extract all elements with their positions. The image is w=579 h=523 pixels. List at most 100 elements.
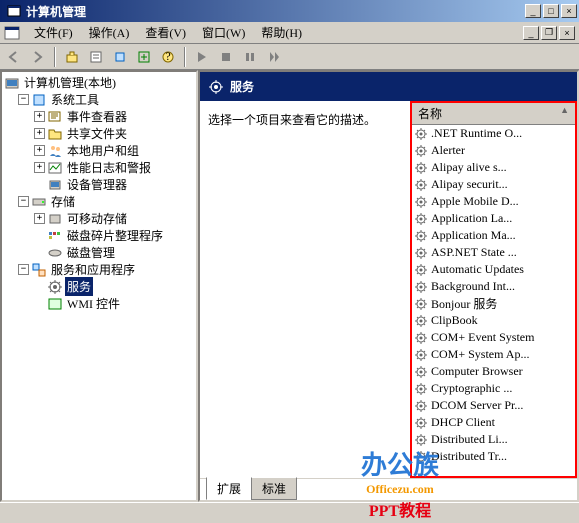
list-item[interactable]: COM+ System Ap... xyxy=(412,346,575,363)
help-button[interactable]: ? xyxy=(158,47,178,67)
expand-icon[interactable]: + xyxy=(34,111,45,122)
column-name[interactable]: 名称 xyxy=(418,105,560,122)
gear-icon xyxy=(414,195,428,209)
menu-view[interactable]: 查看(V) xyxy=(137,22,194,43)
mdi-close-button[interactable]: × xyxy=(559,26,575,40)
list-item[interactable]: Distributed Tr... xyxy=(412,448,575,465)
mdi-minimize-button[interactable]: _ xyxy=(523,26,539,40)
gear-icon xyxy=(414,212,428,226)
list-item[interactable]: Automatic Updates xyxy=(412,261,575,278)
play-button[interactable] xyxy=(192,47,212,67)
menu-help[interactable]: 帮助(H) xyxy=(253,22,310,43)
titlebar: 计算机管理 _ □ × xyxy=(0,0,579,22)
list-item[interactable]: ClipBook xyxy=(412,312,575,329)
list-item[interactable]: Application Ma... xyxy=(412,227,575,244)
tree-shared[interactable]: +共享文件夹 xyxy=(4,125,194,142)
minimize-button[interactable]: _ xyxy=(525,4,541,18)
list-item[interactable]: Alipay securit... xyxy=(412,176,575,193)
refresh-button[interactable] xyxy=(134,47,154,67)
tree-apps[interactable]: −服务和应用程序 xyxy=(4,261,194,278)
service-name: .NET Runtime O... xyxy=(431,126,522,141)
collapse-icon[interactable]: − xyxy=(18,196,29,207)
list-item[interactable]: Application La... xyxy=(412,210,575,227)
back-button[interactable] xyxy=(4,47,24,67)
list-item[interactable]: COM+ Event System xyxy=(412,329,575,346)
service-name: Background Int... xyxy=(431,279,515,294)
service-name: Alerter xyxy=(431,143,465,158)
export-button[interactable] xyxy=(110,47,130,67)
menu-action[interactable]: 操作(A) xyxy=(81,22,138,43)
tree-system-tools[interactable]: −系统工具 xyxy=(4,91,194,108)
list-item[interactable]: ASP.NET State ... xyxy=(412,244,575,261)
service-name: COM+ System Ap... xyxy=(431,347,529,362)
window-controls: _ □ × xyxy=(525,4,577,18)
service-name: DHCP Client xyxy=(431,415,495,430)
statusbar xyxy=(0,502,579,522)
tree-devmgr[interactable]: 设备管理器 xyxy=(4,176,194,193)
tab-extended[interactable]: 扩展 xyxy=(206,477,252,500)
service-name: Application La... xyxy=(431,211,512,226)
list-item[interactable]: Bonjour 服务 xyxy=(412,295,575,312)
restart-button[interactable] xyxy=(264,47,284,67)
gear-icon xyxy=(414,365,428,379)
gear-icon xyxy=(414,178,428,192)
list-body[interactable]: .NET Runtime O... Alerter Alipay alive s..… xyxy=(412,125,575,476)
collapse-icon[interactable]: − xyxy=(18,94,29,105)
mdi-restore-button[interactable]: ❐ xyxy=(541,26,557,40)
gear-icon xyxy=(414,127,428,141)
tree-root[interactable]: 计算机管理(本地) xyxy=(4,74,194,91)
service-name: Application Ma... xyxy=(431,228,516,243)
list-header[interactable]: 名称 ▲ xyxy=(412,103,575,125)
stop-button[interactable] xyxy=(216,47,236,67)
tree-users[interactable]: +本地用户和组 xyxy=(4,142,194,159)
forward-button[interactable] xyxy=(28,47,48,67)
gear-icon xyxy=(414,144,428,158)
tree-defrag[interactable]: 磁盘碎片整理程序 xyxy=(4,227,194,244)
tab-standard[interactable]: 标准 xyxy=(251,477,297,500)
service-name: DCOM Server Pr... xyxy=(431,398,523,413)
list-item[interactable]: Background Int... xyxy=(412,278,575,295)
list-item[interactable]: .NET Runtime O... xyxy=(412,125,575,142)
service-name: Alipay securit... xyxy=(431,177,508,192)
tree-storage[interactable]: −存储 xyxy=(4,193,194,210)
tree-panel[interactable]: 计算机管理(本地) −系统工具 +事件查看器 +共享文件夹 +本地用户和组 +性… xyxy=(0,70,198,502)
list-item[interactable]: Alipay alive s... xyxy=(412,159,575,176)
up-button[interactable] xyxy=(62,47,82,67)
expand-icon[interactable]: + xyxy=(34,145,45,156)
close-button[interactable]: × xyxy=(561,4,577,18)
tree-perf[interactable]: +性能日志和警报 xyxy=(4,159,194,176)
tree-wmi[interactable]: WMI 控件 xyxy=(4,295,194,312)
service-name: Distributed Li... xyxy=(431,432,508,447)
list-item[interactable]: Distributed Li... xyxy=(412,431,575,448)
tree-services[interactable]: 服务 xyxy=(4,278,194,295)
gear-icon xyxy=(414,229,428,243)
service-name: Distributed Tr... xyxy=(431,449,507,464)
list-item[interactable]: Apple Mobile D... xyxy=(412,193,575,210)
tree-removable[interactable]: +可移动存储 xyxy=(4,210,194,227)
list-item[interactable]: Cryptographic ... xyxy=(412,380,575,397)
menubar: 文件(F) 操作(A) 查看(V) 窗口(W) 帮助(H) _ ❐ × xyxy=(0,22,579,44)
list-item[interactable]: DHCP Client xyxy=(412,414,575,431)
gear-icon xyxy=(414,348,428,362)
expand-icon[interactable]: + xyxy=(34,128,45,139)
list-item[interactable]: Alerter xyxy=(412,142,575,159)
pause-button[interactable] xyxy=(240,47,260,67)
tree-event-viewer[interactable]: +事件查看器 xyxy=(4,108,194,125)
list-item[interactable]: Computer Browser xyxy=(412,363,575,380)
services-icon xyxy=(208,79,224,95)
menu-file[interactable]: 文件(F) xyxy=(26,22,81,43)
services-list[interactable]: 名称 ▲ .NET Runtime O... Alerter Alipay aliv… xyxy=(410,101,577,478)
window-title: 计算机管理 xyxy=(26,3,525,20)
tree-diskmgr[interactable]: 磁盘管理 xyxy=(4,244,194,261)
gear-icon xyxy=(414,399,428,413)
expand-icon[interactable]: + xyxy=(34,213,45,224)
list-item[interactable]: DCOM Server Pr... xyxy=(412,397,575,414)
gear-icon xyxy=(414,382,428,396)
maximize-button[interactable]: □ xyxy=(543,4,559,18)
service-name: Alipay alive s... xyxy=(431,160,507,175)
expand-icon[interactable]: + xyxy=(34,162,45,173)
properties-button[interactable] xyxy=(86,47,106,67)
menu-window[interactable]: 窗口(W) xyxy=(194,22,253,43)
separator xyxy=(184,47,186,67)
collapse-icon[interactable]: − xyxy=(18,264,29,275)
